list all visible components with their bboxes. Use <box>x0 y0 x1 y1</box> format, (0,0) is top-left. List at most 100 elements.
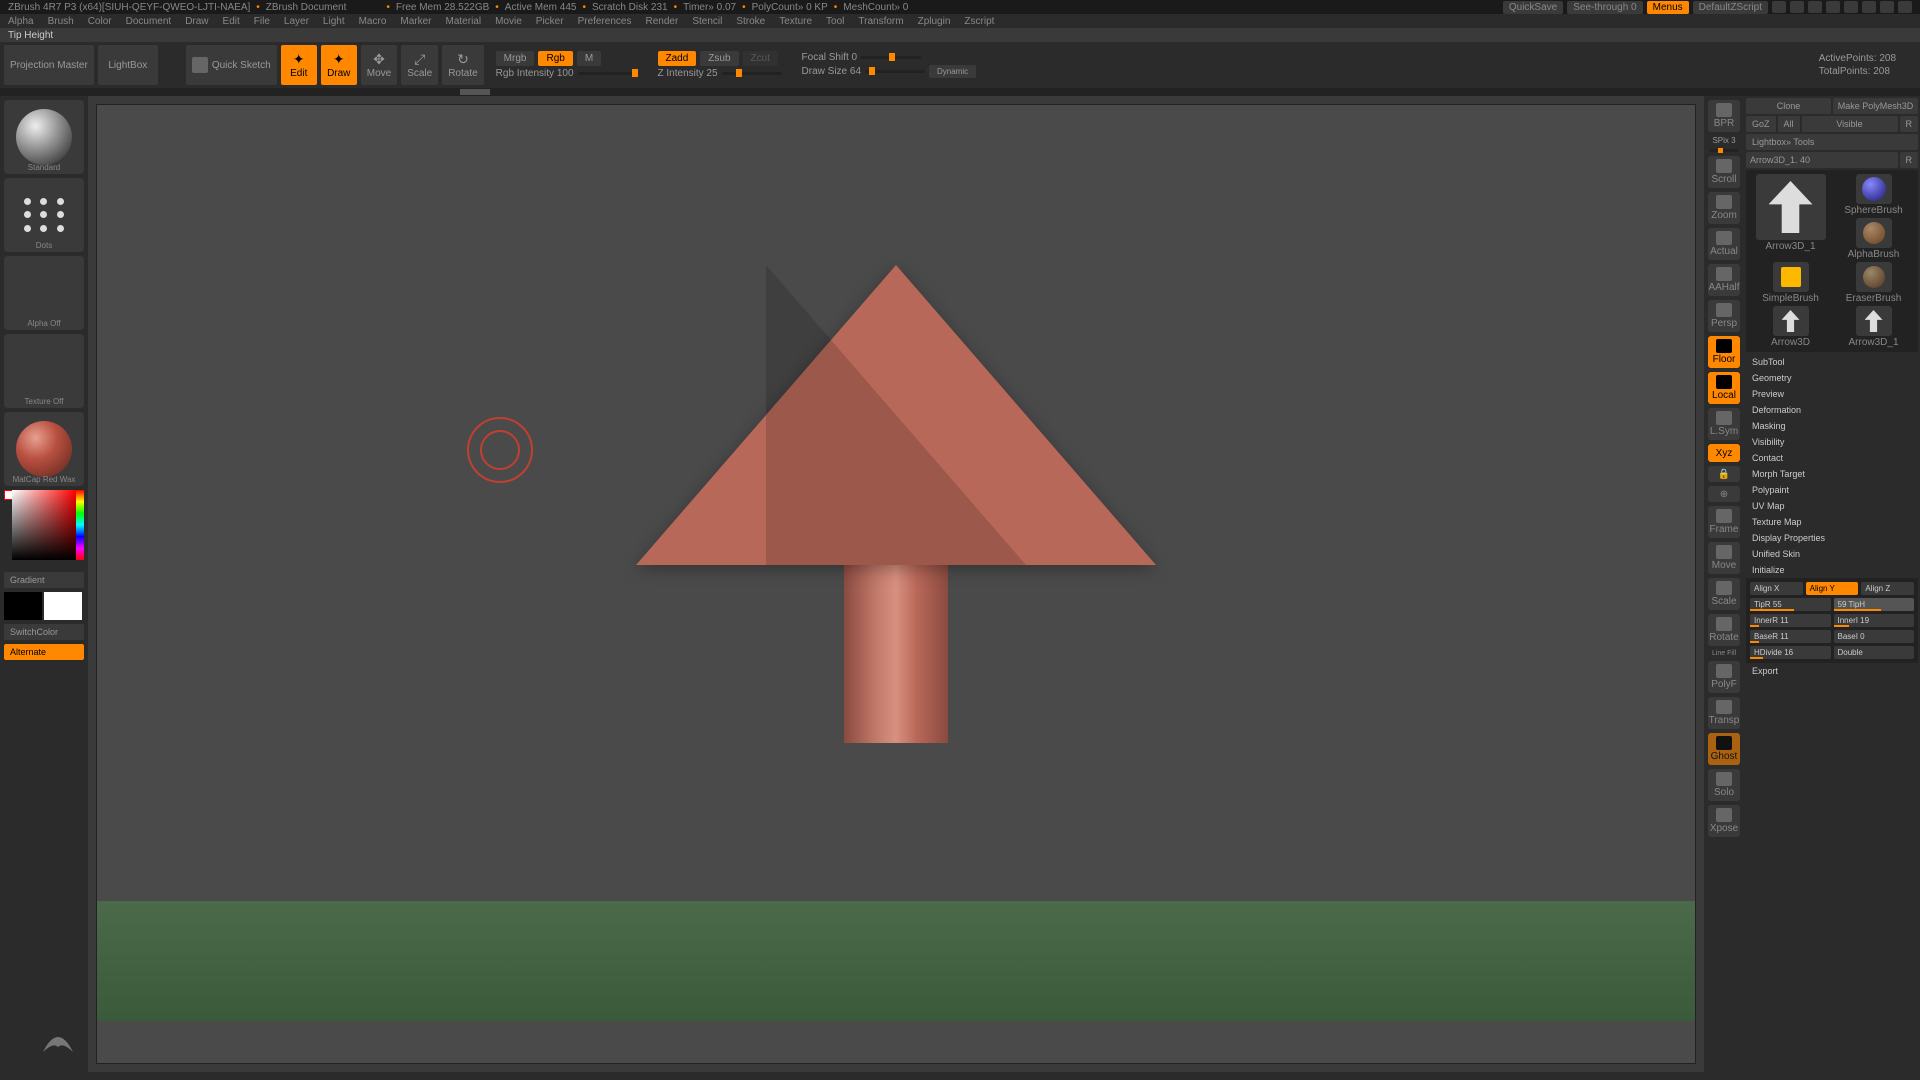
scroll-button[interactable]: Scroll <box>1708 156 1740 188</box>
goz-button[interactable]: GoZ <box>1746 116 1776 132</box>
document-scrollbar[interactable] <box>0 88 1920 96</box>
menu-tool[interactable]: Tool <box>826 16 844 27</box>
spix-slider[interactable]: SPix 3 <box>1712 136 1735 145</box>
zoom-button[interactable]: Zoom <box>1708 192 1740 224</box>
stroke-tile[interactable]: Dots <box>4 178 84 252</box>
hdivide-slider[interactable]: HDivide 16 <box>1750 646 1831 659</box>
rotate-button[interactable]: ↻Rotate <box>442 45 483 85</box>
goz-r-button[interactable]: R <box>1900 116 1919 132</box>
goz-all-button[interactable]: All <box>1778 116 1800 132</box>
menu-movie[interactable]: Movie <box>495 16 522 27</box>
menu-light[interactable]: Light <box>323 16 345 27</box>
color-swatch-secondary[interactable] <box>44 592 82 620</box>
xyz-button[interactable]: Xyz <box>1708 444 1740 462</box>
section-preview[interactable]: Preview <box>1746 386 1918 402</box>
dynamic-button[interactable]: Dynamic <box>929 65 976 78</box>
innerl-slider[interactable]: InnerI 19 <box>1834 614 1915 627</box>
frame-button[interactable]: Frame <box>1708 506 1740 538</box>
switchcolor-button[interactable]: SwitchColor <box>4 624 84 640</box>
section-masking[interactable]: Masking <box>1746 418 1918 434</box>
scale-nav-button[interactable]: Scale <box>1708 578 1740 610</box>
zadd-button[interactable]: Zadd <box>658 51 697 66</box>
scale-button[interactable]: ⤢Scale <box>401 45 438 85</box>
quicksave-button[interactable]: QuickSave <box>1503 1 1563 14</box>
material-tile[interactable]: MatCap Red Wax <box>4 412 84 486</box>
window-icon-4[interactable] <box>1826 1 1840 13</box>
menus-button[interactable]: Menus <box>1647 1 1689 14</box>
bpr-button[interactable]: BPR <box>1708 100 1740 132</box>
section-deformation[interactable]: Deformation <box>1746 402 1918 418</box>
maximize-icon[interactable] <box>1880 1 1894 13</box>
menu-color[interactable]: Color <box>88 16 112 27</box>
alpha-tile[interactable]: Alpha Off <box>4 256 84 330</box>
tiph-slider[interactable]: 59 TipH <box>1834 598 1915 611</box>
lightbox-breadcrumb[interactable]: Lightbox» Tools <box>1746 134 1918 150</box>
zsub-button[interactable]: Zsub <box>700 51 738 66</box>
rgb-intensity-slider[interactable] <box>578 72 638 75</box>
tool-name[interactable]: Arrow3D_1. 40 <box>1746 152 1898 168</box>
mrgb-button[interactable]: Mrgb <box>496 51 535 66</box>
rgb-intensity-label[interactable]: Rgb Intensity 100 <box>496 68 574 79</box>
canvas-area[interactable] <box>88 96 1704 1072</box>
move-nav-button[interactable]: Move <box>1708 542 1740 574</box>
lsym-button[interactable]: L.Sym <box>1708 408 1740 440</box>
baser-slider[interactable]: BaseR 11 <box>1750 630 1831 643</box>
align-y-button[interactable]: Align Y <box>1806 582 1859 595</box>
window-icon-5[interactable] <box>1844 1 1858 13</box>
floor-button[interactable]: Floor <box>1708 336 1740 368</box>
section-subtool[interactable]: SubTool <box>1746 354 1918 370</box>
menu-macro[interactable]: Macro <box>359 16 387 27</box>
local-button[interactable]: Local <box>1708 372 1740 404</box>
gradient-button[interactable]: Gradient <box>4 572 84 588</box>
make-polymesh-button[interactable]: Make PolyMesh3D <box>1833 98 1918 114</box>
edit-button[interactable]: ✦Edit <box>281 45 317 85</box>
actual-button[interactable]: Actual <box>1708 228 1740 260</box>
tipr-slider[interactable]: TipR 55 <box>1750 598 1831 611</box>
persp-button[interactable]: Persp <box>1708 300 1740 332</box>
color-saturation-field[interactable] <box>12 490 76 560</box>
menu-edit[interactable]: Edit <box>223 16 240 27</box>
menu-zscript[interactable]: Zscript <box>964 16 994 27</box>
polyf-button[interactable]: PolyF <box>1708 661 1740 693</box>
section-initialize[interactable]: Initialize <box>1746 562 1918 578</box>
tool-item-simplebrush[interactable]: SimpleBrush <box>1750 262 1831 304</box>
window-icon-2[interactable] <box>1790 1 1804 13</box>
menu-picker[interactable]: Picker <box>536 16 564 27</box>
align-x-button[interactable]: Align X <box>1750 582 1803 595</box>
focal-shift-label[interactable]: Focal Shift 0 <box>802 52 858 63</box>
projection-master-button[interactable]: Projection Master <box>4 45 94 85</box>
menu-zplugin[interactable]: Zplugin <box>918 16 951 27</box>
section-uv-map[interactable]: UV Map <box>1746 498 1918 514</box>
tool-item-eraserbrush[interactable]: EraserBrush <box>1833 262 1914 304</box>
menu-marker[interactable]: Marker <box>400 16 431 27</box>
lightbox-button[interactable]: LightBox <box>98 45 158 85</box>
menu-stencil[interactable]: Stencil <box>692 16 722 27</box>
innerr-slider[interactable]: InnerR 11 <box>1750 614 1831 627</box>
goz-visible-button[interactable]: Visible <box>1802 116 1898 132</box>
section-visibility[interactable]: Visibility <box>1746 434 1918 450</box>
minimize-icon[interactable] <box>1862 1 1876 13</box>
zcut-button[interactable]: Zcut <box>743 51 778 66</box>
section-polypaint[interactable]: Polypaint <box>1746 482 1918 498</box>
m-button[interactable]: M <box>577 51 601 66</box>
menu-stroke[interactable]: Stroke <box>736 16 765 27</box>
tool-item-arrow3d[interactable]: Arrow3D <box>1750 306 1831 348</box>
section-contact[interactable]: Contact <box>1746 450 1918 466</box>
section-geometry[interactable]: Geometry <box>1746 370 1918 386</box>
ghost-button[interactable]: Ghost <box>1708 733 1740 765</box>
menu-preferences[interactable]: Preferences <box>578 16 632 27</box>
tool-item-current[interactable]: Arrow3D_1 <box>1750 174 1831 260</box>
window-icon-1[interactable] <box>1772 1 1786 13</box>
menu-texture[interactable]: Texture <box>779 16 812 27</box>
menu-document[interactable]: Document <box>126 16 172 27</box>
color-swatch-primary[interactable] <box>4 592 42 620</box>
draw-size-slider[interactable] <box>865 70 925 73</box>
focal-shift-slider[interactable] <box>861 56 921 59</box>
menu-layer[interactable]: Layer <box>284 16 309 27</box>
transp-button[interactable]: Transp <box>1708 697 1740 729</box>
tool-item-arrow3d-1[interactable]: Arrow3D_1 <box>1833 306 1914 348</box>
tool-item-spherebrush[interactable]: SphereBrush <box>1833 174 1914 216</box>
menu-transform[interactable]: Transform <box>858 16 903 27</box>
quicksketch-button[interactable]: Quick Sketch <box>186 45 277 85</box>
align-z-button[interactable]: Align Z <box>1861 582 1914 595</box>
